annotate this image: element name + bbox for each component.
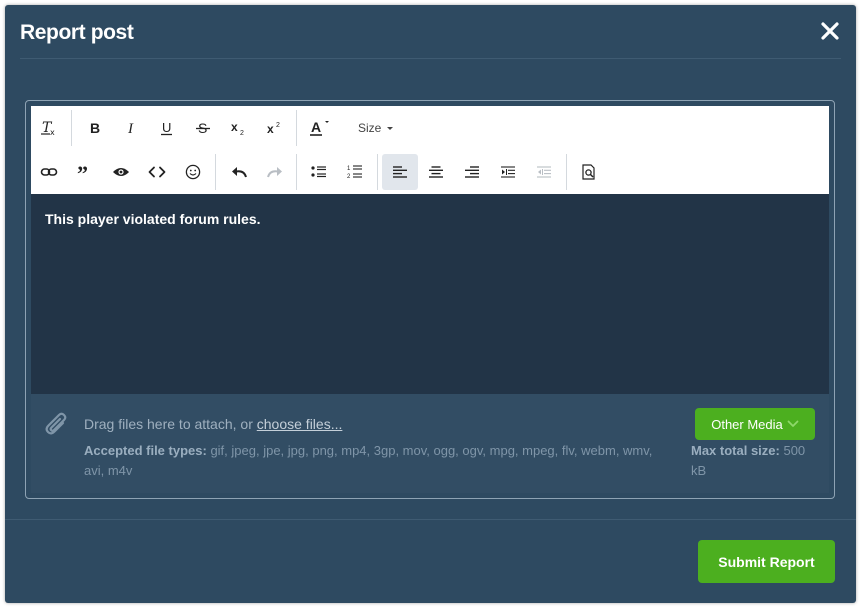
toolbar-separator xyxy=(296,110,297,146)
bold-icon: B xyxy=(90,120,100,136)
outdent-button[interactable] xyxy=(526,154,562,190)
emoji-button[interactable] xyxy=(175,154,211,190)
toolbar-row-2: ” 1 2 xyxy=(31,150,829,194)
strikethrough-button[interactable]: S xyxy=(185,110,221,146)
align-right-button[interactable] xyxy=(454,154,490,190)
svg-text:x: x xyxy=(267,122,274,136)
quote-button[interactable]: ” xyxy=(67,154,103,190)
toolbar-separator xyxy=(566,154,567,190)
close-button[interactable] xyxy=(820,21,840,41)
other-media-label: Other Media xyxy=(711,416,783,432)
svg-text:U: U xyxy=(162,120,171,135)
text-color-icon: A xyxy=(310,119,329,136)
svg-text:2: 2 xyxy=(276,122,280,129)
svg-text:1: 1 xyxy=(347,166,351,172)
toolbar-separator xyxy=(377,154,378,190)
indent-icon xyxy=(501,166,515,178)
modal-header: Report post xyxy=(5,5,856,59)
drag-instruction: Drag files here to attach, or xyxy=(84,416,257,432)
emoji-icon xyxy=(185,164,201,180)
chevron-down-icon xyxy=(787,420,799,427)
strikethrough-icon: S xyxy=(196,120,210,136)
paperclip-icon xyxy=(45,412,67,435)
toolbar-row-1: T x B I U S x 2 x 2 A Size xyxy=(31,106,829,150)
subscript-icon: x 2 xyxy=(231,120,244,136)
attachment-dropzone[interactable]: Drag files here to attach, or choose fil… xyxy=(31,394,829,493)
close-icon xyxy=(821,22,839,40)
header-divider xyxy=(20,58,841,59)
other-media-button[interactable]: Other Media xyxy=(695,408,815,440)
undo-icon xyxy=(232,167,247,178)
editor-frame: T x B I U S x 2 x 2 A Size ” 1 2 This pl… xyxy=(25,100,835,499)
font-size-select[interactable]: Size xyxy=(358,110,408,146)
svg-text:x: x xyxy=(231,120,238,134)
bullet-list-icon xyxy=(311,166,326,178)
editor-content[interactable]: This player violated forum rules. xyxy=(31,194,829,394)
preview-icon xyxy=(582,164,595,180)
align-center-icon xyxy=(429,166,443,178)
underline-icon: U xyxy=(161,120,172,136)
max-size-label: Max total size: xyxy=(691,443,780,458)
caret-down-icon xyxy=(387,127,394,130)
accepted-label: Accepted file types: xyxy=(84,443,207,458)
code-button[interactable] xyxy=(139,154,175,190)
clear-format-button[interactable]: T x xyxy=(31,110,67,146)
report-post-modal: Report post T x B I U S x 2 x 2 A Size ”… xyxy=(5,5,856,603)
editor-toolbar: T x B I U S x 2 x 2 A Size ” 1 2 xyxy=(31,106,829,194)
submit-report-button[interactable]: Submit Report xyxy=(698,540,835,583)
redo-icon xyxy=(267,167,282,178)
toolbar-separator xyxy=(71,110,72,146)
drag-files-text: Drag files here to attach, or choose fil… xyxy=(84,416,342,432)
footer-divider xyxy=(5,519,856,520)
undo-button[interactable] xyxy=(221,154,257,190)
link-button[interactable] xyxy=(31,154,67,190)
italic-icon: I xyxy=(127,121,134,136)
svg-text:A: A xyxy=(311,119,321,135)
italic-button[interactable]: I xyxy=(113,110,149,146)
subscript-button[interactable]: x 2 xyxy=(221,110,257,146)
eye-icon xyxy=(113,168,129,176)
bold-button[interactable]: B xyxy=(77,110,113,146)
outdent-icon xyxy=(537,166,551,178)
preview-button[interactable] xyxy=(571,154,607,190)
align-left-button[interactable] xyxy=(382,154,418,190)
clear-format-icon: T x xyxy=(41,120,55,137)
superscript-button[interactable]: x 2 xyxy=(257,110,293,146)
numbered-list-icon: 1 2 xyxy=(347,165,362,180)
svg-text:x: x xyxy=(50,128,55,137)
svg-text:2: 2 xyxy=(240,130,244,136)
editor-text: This player violated forum rules. xyxy=(45,211,261,227)
quote-icon: ” xyxy=(77,165,88,179)
font-size-label: Size xyxy=(358,121,382,135)
svg-text:B: B xyxy=(90,120,100,136)
toolbar-separator xyxy=(296,154,297,190)
code-icon xyxy=(148,166,166,178)
align-right-icon xyxy=(465,166,479,178)
numbered-list-button[interactable]: 1 2 xyxy=(337,154,373,190)
bullet-list-button[interactable] xyxy=(301,154,337,190)
svg-text:2: 2 xyxy=(347,174,351,180)
choose-files-link[interactable]: choose files... xyxy=(257,416,343,432)
text-color-button[interactable]: A xyxy=(301,110,337,146)
align-left-icon xyxy=(393,166,407,178)
toolbar-separator xyxy=(215,154,216,190)
underline-button[interactable]: U xyxy=(149,110,185,146)
modal-title: Report post xyxy=(20,21,134,44)
max-size-info: Max total size: 500 kB xyxy=(691,441,821,481)
superscript-icon: x 2 xyxy=(267,122,280,136)
svg-text:I: I xyxy=(127,121,134,136)
svg-text:”: ” xyxy=(77,165,88,179)
link-icon xyxy=(40,168,58,176)
spoiler-button[interactable] xyxy=(103,154,139,190)
indent-button[interactable] xyxy=(490,154,526,190)
align-center-button[interactable] xyxy=(418,154,454,190)
redo-button[interactable] xyxy=(257,154,293,190)
accepted-file-types: Accepted file types: gif, jpeg, jpe, jpg… xyxy=(84,441,674,481)
